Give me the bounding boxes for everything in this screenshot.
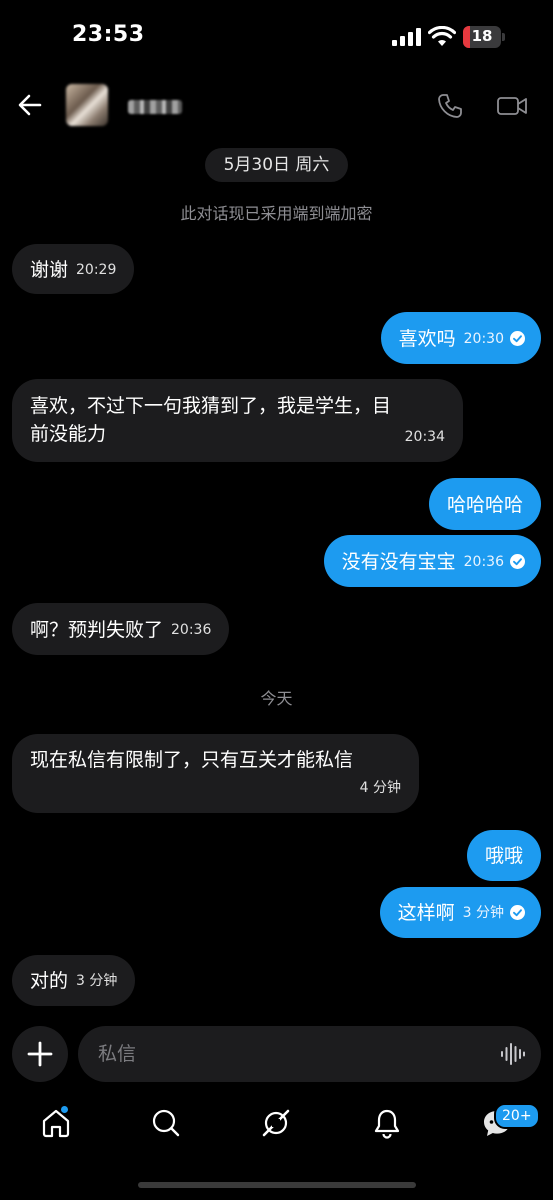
read-receipt-icon (510, 905, 525, 920)
contact-name-blurred[interactable] (128, 100, 182, 114)
message-thread[interactable]: 5月30日 周六 此对话现已采用端到端加密 谢谢 20:29 喜欢吗 20:30 喜… (0, 138, 553, 1020)
message-time: 3 分钟 (462, 904, 504, 921)
bell-icon[interactable] (371, 1107, 403, 1139)
video-camera-icon[interactable] (496, 92, 528, 120)
cellular-signal-icon (392, 28, 421, 46)
message-text: 现在私信有限制了，只有互关才能私信 (30, 749, 354, 771)
message-text: 谢谢 (30, 258, 69, 281)
message-time: 20:36 (463, 553, 504, 570)
home-indicator (138, 1182, 416, 1188)
message-text: 啊？预判失败了 (30, 618, 164, 641)
date-separator: 5月30日 周六 (205, 148, 348, 182)
grok-icon[interactable] (260, 1107, 292, 1139)
phone-icon[interactable] (436, 92, 464, 120)
message-outgoing[interactable]: 哈哈哈哈 (428, 478, 541, 530)
message-text: 哦哦 (484, 844, 523, 867)
message-text: 对的 (30, 969, 69, 992)
message-composer (0, 1026, 553, 1084)
message-outgoing[interactable]: 没有没有宝宝 20:36 (323, 535, 541, 587)
message-text-line2: 前没能力 (30, 423, 107, 445)
status-time: 23:53 (72, 22, 145, 47)
battery-icon: 18 (463, 26, 505, 48)
message-text-line1: 喜欢，不过下一句我猜到了，我是学生，目 (30, 395, 392, 417)
message-time: 20:30 (463, 330, 504, 347)
home-notification-dot (60, 1105, 69, 1114)
message-incoming[interactable]: 谢谢 20:29 (12, 244, 135, 294)
encryption-notice: 此对话现已采用端到端加密 (180, 204, 373, 223)
message-text: 哈哈哈哈 (446, 493, 523, 516)
back-arrow-icon[interactable] (14, 88, 48, 122)
message-input[interactable] (78, 1026, 541, 1082)
add-attachment-button[interactable] (12, 1026, 68, 1082)
message-text: 喜欢吗 (398, 327, 456, 350)
message-incoming[interactable]: 喜欢，不过下一句我猜到了，我是学生，目 前没能力 20:34 (12, 379, 463, 462)
read-receipt-icon (510, 554, 525, 569)
message-text: 这样啊 (397, 901, 455, 924)
message-time: 20:34 (404, 429, 445, 445)
message-incoming[interactable]: 啊？预判失败了 20:36 (12, 603, 230, 655)
message-time: 20:29 (76, 261, 117, 278)
message-time: 3 分钟 (76, 972, 118, 989)
message-time: 20:36 (171, 621, 212, 638)
message-outgoing[interactable]: 喜欢吗 20:30 (380, 312, 541, 364)
avatar[interactable] (66, 84, 108, 126)
message-text: 没有没有宝宝 (341, 550, 456, 573)
message-incoming[interactable]: 现在私信有限制了，只有互关才能私信 4 分钟 (12, 734, 419, 813)
read-receipt-icon (510, 331, 525, 346)
search-icon[interactable] (150, 1107, 182, 1139)
message-time: 4 分钟 (359, 780, 401, 796)
battery-level: 18 (471, 27, 493, 45)
conversation-header (0, 72, 553, 138)
wifi-icon (428, 26, 456, 46)
status-bar: 23:53 18 (0, 0, 553, 72)
bottom-navigation: 20+ (0, 1095, 553, 1155)
message-outgoing[interactable]: 这样啊 3 分钟 (379, 887, 541, 938)
plus-icon (27, 1041, 53, 1067)
date-separator-today: 今天 (260, 689, 293, 708)
messages-badge: 20+ (494, 1103, 540, 1129)
message-incoming[interactable]: 对的 3 分钟 (12, 955, 136, 1006)
voice-waveform-icon[interactable] (500, 1041, 526, 1067)
message-outgoing[interactable]: 哦哦 (466, 830, 541, 881)
